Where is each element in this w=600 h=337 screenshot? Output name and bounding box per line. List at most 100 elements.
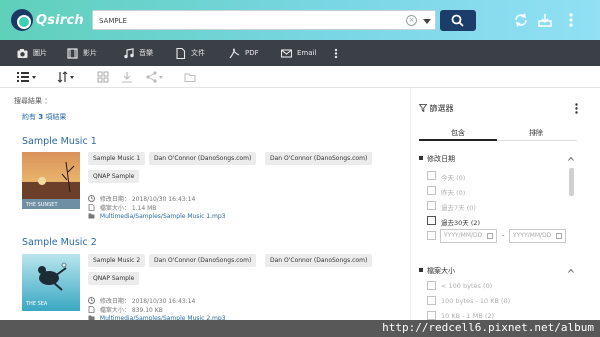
filter-scrollbar-thumb[interactable] xyxy=(569,168,574,196)
checkbox-yesterday[interactable] xyxy=(427,186,436,195)
more-vertical-icon[interactable] xyxy=(563,12,579,28)
filter-more-icon[interactable] xyxy=(575,103,578,114)
tab-divider xyxy=(497,140,577,141)
share-icon[interactable] xyxy=(146,71,166,83)
option-yesterday: 昨天 (0) xyxy=(441,189,466,197)
album-thumbnail[interactable]: THE SUNSET xyxy=(22,152,80,209)
tag-chip[interactable]: Dan O'Connor (DanoSongs.com) xyxy=(149,152,257,165)
option-today: 今天 (0) xyxy=(441,174,466,182)
date-from-placeholder: YYYY/MM/DD xyxy=(444,232,483,239)
category-tab-photos[interactable]: 圖片 xyxy=(17,40,47,66)
search-input[interactable] xyxy=(99,14,389,27)
option-past-7-days: 過去7天 (0) xyxy=(441,204,476,212)
modified-value: 2018/10/30 16:43:14 xyxy=(131,298,196,305)
option-size-100b-10kb: 100 bytes - 10 KB (0) xyxy=(441,297,511,305)
modified-label: 修改日期： xyxy=(99,196,130,203)
results-heading: 搜尋結果 ： xyxy=(14,97,52,105)
filter-panel: 篩選器 包含 排除 修改日期 今天 (0) 昨天 (0) 過去7天 (0) 過去… xyxy=(410,88,600,320)
category-tab-email[interactable]: Email xyxy=(281,40,316,66)
download-tray-icon[interactable] xyxy=(537,12,553,28)
category-label: 音樂 xyxy=(139,49,153,57)
category-tab-documents[interactable]: 文件 xyxy=(175,40,205,66)
date-separator: - xyxy=(502,232,505,240)
music-icon xyxy=(124,47,134,58)
option-size-10kb-1mb: 10 KB - 1 MB (2) xyxy=(441,312,495,320)
clock-icon xyxy=(88,297,95,304)
tag-chip[interactable]: QNAP Sample xyxy=(88,272,140,285)
category-label: 文件 xyxy=(191,49,205,57)
filter-icon xyxy=(418,104,428,113)
chevron-up-icon[interactable] xyxy=(568,268,574,274)
document-icon xyxy=(176,47,186,59)
tag-chip[interactable]: Dan O'Connor (DanoSongs.com) xyxy=(149,254,257,267)
date-to-placeholder: YYYY/MM/DD xyxy=(513,232,552,239)
active-tab-indicator xyxy=(419,139,497,141)
tag-chip[interactable]: Dan O'Connor (DanoSongs.com) xyxy=(265,254,373,267)
category-tab-music[interactable]: 音樂 xyxy=(123,40,153,66)
option-size-lt-100b: < 100 bytes (0) xyxy=(441,282,493,290)
search-button[interactable] xyxy=(440,10,476,31)
calendar-icon[interactable] xyxy=(487,233,493,239)
clear-search-icon[interactable]: × xyxy=(406,15,417,26)
result-title-link[interactable]: Sample Music 2 xyxy=(22,237,97,248)
checkbox-past-7-days[interactable] xyxy=(427,201,436,210)
checkbox-custom-date[interactable] xyxy=(427,231,436,240)
logo-text: Qsirch xyxy=(36,12,84,28)
refresh-icon[interactable] xyxy=(513,12,529,28)
category-bar: 圖片 影片 音樂 文件 PDF Email xyxy=(0,40,600,66)
tag-chip[interactable]: Dan O'Connor (DanoSongs.com) xyxy=(265,152,373,165)
tag-chip[interactable]: Sample Music 1 xyxy=(88,152,146,165)
size-value: 839.10 KB xyxy=(131,307,163,314)
date-from-input[interactable]: YYYY/MM/DD xyxy=(440,229,497,243)
file-path-link[interactable]: Multimedia/Samples/Sample Music 1.mp3 xyxy=(100,213,226,220)
checkbox-today[interactable] xyxy=(427,171,436,180)
album-thumbnail[interactable]: THE SEA xyxy=(22,254,80,311)
date-section-title[interactable]: 修改日期 xyxy=(419,154,455,164)
search-box: × xyxy=(92,10,436,30)
size-section-title[interactable]: 檔案大小 xyxy=(419,266,455,276)
tab-include[interactable]: 包含 xyxy=(451,128,465,138)
calendar-icon[interactable] xyxy=(556,233,562,239)
date-to-input[interactable]: YYYY/MM/DD xyxy=(509,229,566,243)
file-size: 檔案大小： 839.10 KB xyxy=(88,305,163,314)
category-label: 影片 xyxy=(83,49,97,57)
count-suffix: 項結果 xyxy=(45,113,67,121)
checkbox-size-10kb-1mb[interactable] xyxy=(427,311,436,320)
option-past-30-days: 過去30天 (2) xyxy=(441,219,481,227)
modified-date: 修改日期： 2018/10/30 16:43:14 xyxy=(88,194,195,203)
checkbox-size-100b-10kb[interactable] xyxy=(427,296,436,305)
list-view-icon[interactable] xyxy=(17,71,37,83)
size-label: 檔案大小： xyxy=(99,205,130,212)
sort-icon[interactable] xyxy=(57,71,77,83)
thumbnail-caption: THE SUNSET xyxy=(25,202,58,208)
checkbox-size-lt-100b[interactable] xyxy=(427,281,436,290)
size-value: 1.14 MB xyxy=(131,205,157,212)
results-count: 約有 3 項結果 xyxy=(22,112,66,122)
category-label: PDF xyxy=(245,49,259,57)
checkbox-past-30-days[interactable] xyxy=(427,216,436,225)
app-logo[interactable]: Qsirch xyxy=(11,9,84,31)
thumbnail-caption: THE SEA xyxy=(25,301,48,307)
category-label: 圖片 xyxy=(33,49,47,57)
result-title-link[interactable]: Sample Music 1 xyxy=(22,136,97,147)
modified-value: 2018/10/30 16:43:14 xyxy=(131,196,196,203)
tag-chip[interactable]: Sample Music 2 xyxy=(88,254,146,267)
tag-chip[interactable]: QNAP Sample xyxy=(88,170,140,183)
folder-icon[interactable] xyxy=(184,71,196,83)
chevron-up-icon[interactable] xyxy=(568,156,574,162)
category-tab-videos[interactable]: 影片 xyxy=(67,40,97,66)
modified-label: 修改日期： xyxy=(99,298,130,305)
watermark-url: http://redcell6.pixnet.net/album xyxy=(382,321,594,334)
file-icon xyxy=(88,204,95,211)
grid-select-icon[interactable] xyxy=(97,71,109,83)
category-tab-pdf[interactable]: PDF xyxy=(229,40,259,66)
file-path: Multimedia/Samples/Sample Music 1.mp3 xyxy=(88,212,226,220)
app-header: Qsirch × xyxy=(0,0,600,40)
more-categories-icon[interactable] xyxy=(334,48,338,59)
results-toolbar xyxy=(0,66,600,88)
tab-exclude[interactable]: 排除 xyxy=(529,128,543,138)
search-options-dropdown-icon[interactable] xyxy=(423,19,431,24)
modified-date: 修改日期： 2018/10/30 16:43:14 xyxy=(88,296,195,305)
download-icon[interactable] xyxy=(121,71,133,83)
filter-title-text: 篩選器 xyxy=(429,104,454,113)
